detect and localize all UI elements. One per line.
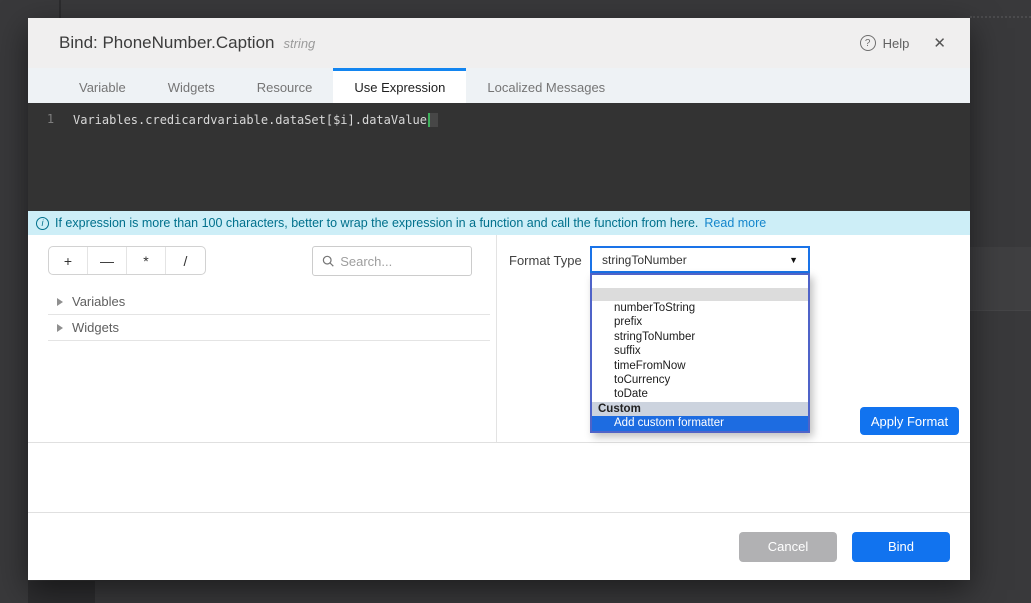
binding-source-tree: Variables Widgets	[48, 289, 490, 341]
dropdown-option-numberToString[interactable]: numberToString	[592, 301, 808, 315]
format-type-select[interactable]: stringToNumber ▼	[590, 246, 810, 273]
chevron-down-icon: ▼	[789, 255, 798, 265]
dropdown-option-add-custom-formatter[interactable]: Add custom formatter	[592, 416, 808, 431]
chevron-right-icon[interactable]	[57, 324, 63, 332]
expression-code-editor[interactable]: 1 Variables.credicardvariable.dataSet[$i…	[28, 103, 970, 211]
format-type-selected-value: stringToNumber	[602, 253, 687, 267]
background-divider	[59, 0, 61, 18]
bind-type-hint: string	[283, 36, 315, 51]
header-actions: ? Help ✕	[860, 34, 946, 52]
background-panel-band	[970, 247, 1031, 310]
dialog-footer: Cancel Bind	[28, 513, 970, 580]
background-panel-seam	[970, 310, 1031, 311]
editor-ghost-cursor	[430, 113, 438, 127]
bind-button[interactable]: Bind	[852, 532, 950, 562]
tree-item-variables[interactable]: Variables	[48, 289, 490, 315]
search-box	[312, 246, 472, 276]
minus-operator-button[interactable]: —	[88, 247, 127, 274]
dropdown-option-toDate[interactable]: toDate	[592, 387, 808, 401]
tab-variable[interactable]: Variable	[58, 68, 147, 103]
plus-operator-button[interactable]: +	[49, 247, 88, 274]
tab-widgets[interactable]: Widgets	[147, 68, 236, 103]
dropdown-empty-option[interactable]	[592, 275, 808, 288]
dropdown-highlighted-empty-option[interactable]	[592, 288, 808, 301]
tree-item-label: Widgets	[72, 320, 119, 335]
notice-text: If expression is more than 100 character…	[55, 216, 698, 230]
format-type-label: Format Type	[509, 253, 582, 268]
dialog-content: + — * / Variables Widgets	[28, 235, 970, 443]
tree-item-label: Variables	[72, 294, 125, 309]
format-panel: Format Type stringToNumber ▼ numberToStr…	[497, 235, 970, 442]
dialog-title: Bind: PhoneNumber.Caption	[59, 33, 274, 53]
help-icon[interactable]: ?	[860, 35, 876, 51]
background-dotted-line	[970, 16, 1031, 18]
tab-use-expression[interactable]: Use Expression	[333, 68, 466, 103]
apply-format-button[interactable]: Apply Format	[860, 407, 959, 435]
help-link[interactable]: Help	[883, 36, 910, 51]
cancel-button[interactable]: Cancel	[739, 532, 837, 562]
expression-builder-panel: + — * / Variables Widgets	[28, 235, 497, 442]
multiply-operator-button[interactable]: *	[127, 247, 166, 274]
format-options-empty-area	[28, 443, 970, 513]
search-input[interactable]	[340, 254, 462, 269]
format-type-dropdown: numberToString prefix stringToNumber suf…	[590, 273, 810, 433]
dropdown-option-prefix[interactable]: prefix	[592, 315, 808, 329]
dialog-header: Bind: PhoneNumber.Caption string ? Help …	[28, 18, 970, 68]
divide-operator-button[interactable]: /	[166, 247, 205, 274]
tree-item-widgets[interactable]: Widgets	[48, 315, 490, 341]
expression-length-notice: i If expression is more than 100 charact…	[28, 211, 970, 235]
chevron-right-icon[interactable]	[57, 298, 63, 306]
tab-localized-messages[interactable]: Localized Messages	[466, 68, 626, 103]
dropdown-option-suffix[interactable]: suffix	[592, 344, 808, 358]
editor-code-line[interactable]: Variables.credicardvariable.dataSet[$i].…	[73, 112, 438, 127]
tab-resource[interactable]: Resource	[236, 68, 334, 103]
info-icon: i	[36, 217, 49, 230]
expression-text: Variables.credicardvariable.dataSet[$i].…	[73, 113, 427, 127]
bind-dialog: Bind: PhoneNumber.Caption string ? Help …	[28, 18, 970, 580]
close-icon[interactable]: ✕	[933, 34, 946, 52]
read-more-link[interactable]: Read more	[704, 216, 766, 230]
dropdown-option-stringToNumber[interactable]: stringToNumber	[592, 330, 808, 344]
operator-button-group: + — * /	[48, 246, 206, 275]
background-block	[28, 581, 95, 603]
search-icon	[322, 254, 334, 268]
dialog-tabbar: Variable Widgets Resource Use Expression…	[28, 68, 970, 103]
editor-line-number: 1	[28, 112, 73, 126]
dropdown-option-timeFromNow[interactable]: timeFromNow	[592, 359, 808, 373]
dropdown-group-custom: Custom	[592, 402, 808, 416]
dropdown-option-toCurrency[interactable]: toCurrency	[592, 373, 808, 387]
